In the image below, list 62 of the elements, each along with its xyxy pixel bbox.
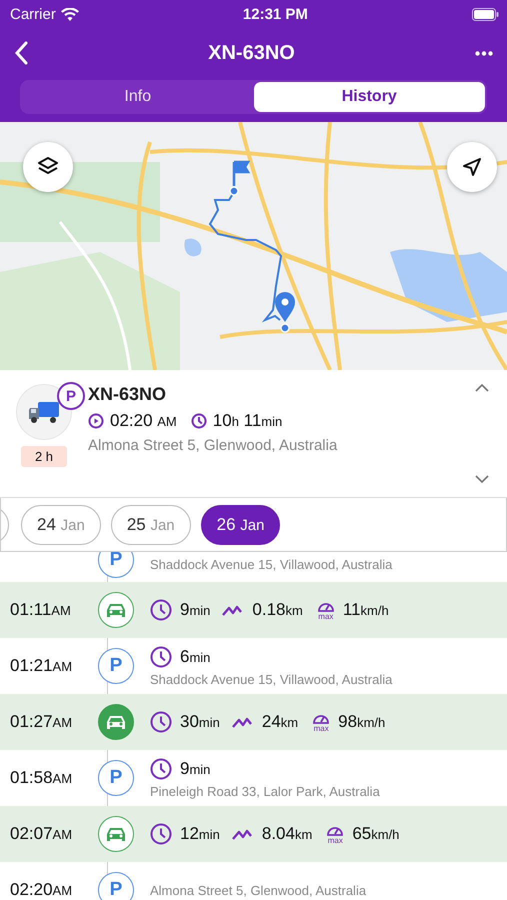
- carrier-label: Carrier: [10, 6, 56, 22]
- expand-button[interactable]: [475, 475, 489, 483]
- segment-tab[interactable]: History: [254, 82, 485, 112]
- battery-icon: [472, 8, 499, 20]
- clock-icon: [150, 711, 172, 733]
- duration-value: 12min: [180, 824, 220, 844]
- time-label: 01:58AM: [9, 768, 74, 788]
- distance-value: 8.04km: [262, 824, 312, 844]
- collapse-button[interactable]: [475, 384, 489, 392]
- chevron-down-icon: [475, 475, 489, 483]
- speed-value: 98km/h: [338, 712, 386, 732]
- wifi-icon: [60, 8, 79, 20]
- duration-value: 30min: [180, 712, 220, 732]
- distance-value: 24km: [262, 712, 298, 732]
- play-icon: [88, 413, 104, 429]
- clock-time: 12:31 PM: [242, 6, 308, 22]
- time-label: 01:27AM: [9, 712, 74, 732]
- vehicle-title: XN-63NO: [208, 42, 295, 64]
- elapsed-time: 10h 11min: [212, 411, 282, 431]
- parking-marker: P: [98, 760, 134, 796]
- clock-icon: [150, 823, 172, 845]
- trend-icon: [232, 715, 254, 729]
- segment-tab[interactable]: Info: [22, 82, 254, 112]
- duration-value: 6min: [180, 646, 210, 666]
- date-chip[interactable]: 26 Jan: [200, 504, 280, 544]
- time-label: 01:21AM: [9, 656, 74, 676]
- speed-value: 11km/h: [342, 600, 389, 620]
- time-label: 02:20AM: [9, 880, 74, 900]
- clock-icon: [190, 413, 207, 429]
- address-text: Shaddock Avenue 15, Villawood, Australia: [150, 557, 392, 572]
- duration-value: 9min: [180, 600, 210, 620]
- duration-badge: 2 h: [20, 446, 68, 467]
- trend-icon: [222, 603, 244, 617]
- date-chip[interactable]: 25 Jan: [110, 504, 191, 544]
- truck-icon: [28, 400, 60, 424]
- time-label: 02:07AM: [9, 824, 74, 844]
- duration-value: 9min: [180, 758, 210, 778]
- chevron-up-icon: [475, 384, 489, 392]
- car-icon: [106, 826, 126, 842]
- parking-marker: P: [98, 872, 134, 900]
- back-button[interactable]: [14, 41, 28, 65]
- clock-icon: [150, 758, 172, 780]
- time-label: 01:11AM: [9, 600, 72, 620]
- address-text: Shaddock Avenue 15, Villawood, Australia: [150, 672, 392, 686]
- parking-badge: P: [57, 382, 85, 410]
- start-time: 02:20 AM: [110, 411, 177, 431]
- car-icon: [106, 602, 126, 618]
- vehicle-name: XN-63NO: [88, 384, 168, 405]
- parking-marker: P: [98, 648, 134, 684]
- car-icon: [106, 714, 126, 730]
- parking-marker: P: [98, 552, 134, 578]
- address-text: Almona Street 5, Glenwood, Australia: [88, 437, 338, 454]
- date-chip[interactable]: 24 Jan: [21, 504, 101, 544]
- address-text: Pineleigh Road 33, Lalor Park, Australia: [150, 784, 380, 798]
- trend-icon: [232, 827, 254, 841]
- speed-value: 65km/h: [352, 824, 400, 844]
- more-button[interactable]: [474, 50, 493, 56]
- distance-value: 0.18km: [252, 600, 303, 620]
- navigation-arrow-icon: [462, 157, 482, 177]
- clock-icon: [150, 599, 172, 621]
- address-text: Almona Street 5, Glenwood, Australia: [150, 882, 366, 898]
- clock-icon: [150, 646, 172, 668]
